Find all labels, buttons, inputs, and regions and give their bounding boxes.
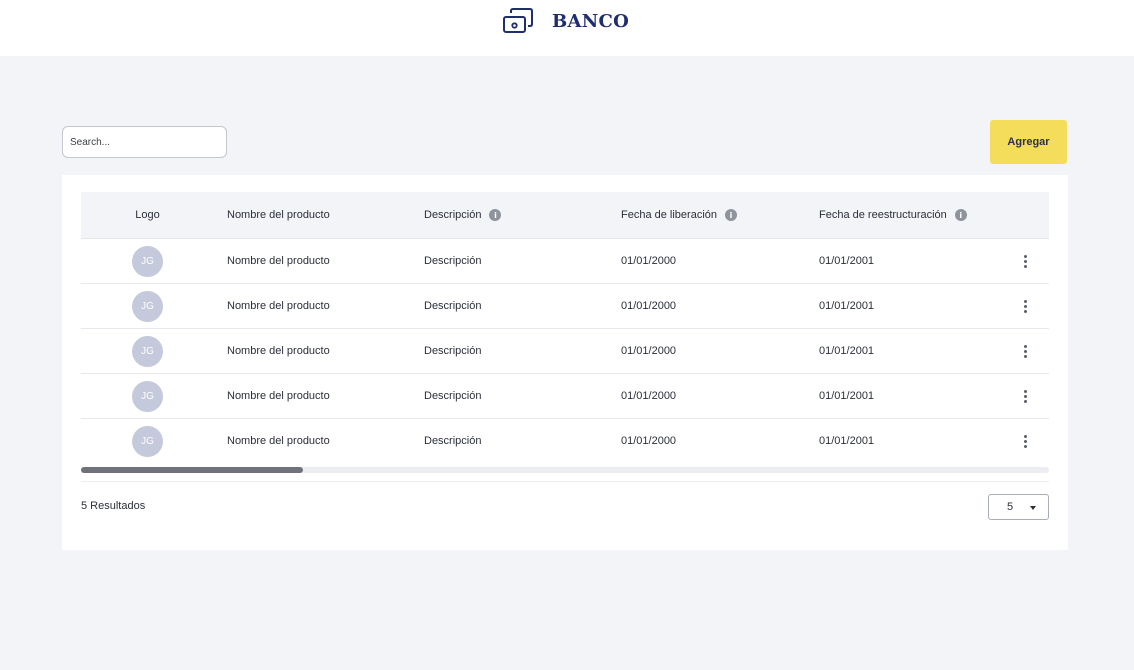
more-vertical-icon[interactable] [1020, 254, 1032, 268]
caret-down-icon [1030, 506, 1036, 510]
more-vertical-icon[interactable] [1020, 299, 1032, 313]
page-size-value: 5 [1007, 501, 1014, 513]
header-description: Descripción i [411, 209, 608, 221]
name-cell: Nombre del producto [227, 345, 330, 357]
info-icon[interactable]: i [725, 209, 738, 221]
restructure-date-cell: 01/01/2001 [819, 390, 875, 402]
scrollbar-thumb[interactable] [81, 467, 303, 473]
logo-cell: JG [81, 245, 214, 277]
table-row: JG Nombre del producto Descripción 01/01… [81, 283, 1049, 328]
description-cell: Descripción [424, 345, 482, 357]
brand-name: BANCO [552, 10, 630, 32]
name-cell: Nombre del producto [227, 300, 330, 312]
header-restructure-date-label: Fecha de reestructuración [819, 209, 947, 221]
results-count: 5 Resultados [81, 500, 146, 512]
description-cell: Descripción [424, 300, 482, 312]
info-icon[interactable]: i [954, 209, 967, 221]
avatar: JG [132, 335, 163, 367]
table-row: JG Nombre del producto Descripción 01/01… [81, 328, 1049, 373]
restructure-date-cell: 01/01/2001 [819, 345, 875, 357]
row-actions [1002, 434, 1049, 448]
avatar: JG [132, 290, 163, 322]
restructure-date-cell: 01/01/2001 [819, 435, 875, 447]
header-description-label: Descripción [424, 209, 482, 221]
name-cell: Nombre del producto [227, 435, 330, 447]
table-row: JG Nombre del producto Descripción 01/01… [81, 238, 1049, 283]
header-name: Nombre del producto [227, 209, 330, 221]
restructure-date-cell: 01/01/2001 [819, 300, 875, 312]
logo-cell: JG [81, 290, 214, 322]
release-date-cell: 01/01/2000 [621, 390, 677, 402]
row-actions [1002, 299, 1049, 313]
row-actions [1002, 254, 1049, 268]
search-input[interactable] [62, 126, 227, 158]
avatar: JG [132, 245, 163, 277]
add-button[interactable]: Agregar [990, 120, 1067, 164]
header-release-date-label: Fecha de liberación [621, 209, 718, 221]
header-release-date: Fecha de liberación i [608, 209, 806, 221]
bank-card-icon [503, 8, 533, 33]
restructure-date-cell: 01/01/2001 [819, 255, 875, 267]
more-vertical-icon[interactable] [1020, 344, 1032, 358]
description-cell: Descripción [424, 390, 482, 402]
page-size-select[interactable]: 5 [988, 494, 1049, 520]
more-vertical-icon[interactable] [1020, 389, 1032, 403]
release-date-cell: 01/01/2000 [621, 345, 677, 357]
header-restructure-date: Fecha de reestructuración i [806, 209, 1002, 221]
name-cell: Nombre del producto [227, 390, 330, 402]
table-header: Logo Nombre del producto Descripción i F… [81, 192, 1049, 238]
more-vertical-icon[interactable] [1020, 434, 1032, 448]
products-card: Logo Nombre del producto Descripción i F… [62, 175, 1068, 550]
description-cell: Descripción [424, 435, 482, 447]
logo-cell: JG [81, 380, 214, 412]
table-row: JG Nombre del producto Descripción 01/01… [81, 418, 1049, 463]
release-date-cell: 01/01/2000 [621, 255, 677, 267]
row-actions [1002, 344, 1049, 358]
divider [81, 481, 1049, 482]
logo-cell: JG [81, 335, 214, 367]
row-actions [1002, 389, 1049, 403]
release-date-cell: 01/01/2000 [621, 300, 677, 312]
logo-cell: JG [81, 425, 214, 457]
description-cell: Descripción [424, 255, 482, 267]
brand[interactable]: BANCO [502, 8, 629, 34]
table-row: JG Nombre del producto Descripción 01/01… [81, 373, 1049, 418]
header-logo: Logo [135, 209, 160, 221]
info-icon[interactable]: i [489, 209, 502, 221]
avatar: JG [132, 380, 163, 412]
horizontal-scrollbar[interactable] [81, 467, 1049, 473]
products-table: Logo Nombre del producto Descripción i F… [81, 192, 1049, 463]
avatar: JG [132, 425, 163, 457]
top-bar: BANCO [0, 0, 1134, 56]
release-date-cell: 01/01/2000 [621, 435, 677, 447]
name-cell: Nombre del producto [227, 255, 330, 267]
